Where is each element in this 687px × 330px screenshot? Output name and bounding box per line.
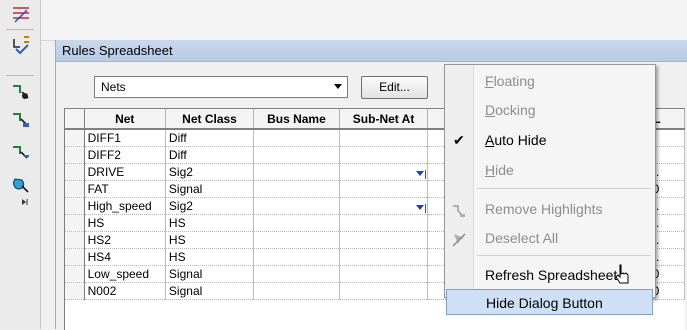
cell-net-class[interactable]: Sig2 [165,197,255,215]
mouse-pointer-icon [614,264,630,286]
cell-net-class[interactable]: Diff [165,146,255,164]
menu-label-auto-hide-accel: A [485,132,495,148]
menu-label-floating: loating [493,73,535,89]
menu-label-hide-accel: H [485,162,496,178]
cell-net-class[interactable]: Diff [165,129,255,147]
corner-header[interactable] [65,109,85,130]
cell-net-class[interactable]: HS [165,231,255,249]
menu-item-hide-dialog-buttons[interactable]: Hide Dialog Button [446,289,653,315]
cell-net[interactable]: N002 [84,282,166,300]
net-select-icon[interactable] [10,80,32,102]
object-type-value: Nets [101,80,126,94]
remove-highlights-icon [451,201,467,218]
row-header[interactable] [65,265,85,283]
cell-net-class[interactable]: HS [165,214,255,232]
cell-net[interactable]: High_speed [84,197,166,215]
row-header[interactable] [65,129,85,147]
cell-net-class[interactable]: Signal [165,265,255,283]
row-header[interactable] [65,248,85,266]
net-route-icon[interactable] [10,140,32,162]
cell-bus-name[interactable] [253,197,340,215]
row-header[interactable] [65,282,85,300]
chevron-down-icon [334,84,342,89]
cell-sub-net[interactable] [339,214,429,232]
cell-bus-name[interactable] [253,180,340,198]
net-color-icon[interactable] [10,174,32,196]
menu-label-docking-accel: D [485,102,496,118]
cell-dropdown-arrow-icon[interactable] [416,204,427,213]
col-header-bus-name[interactable]: Bus Name [253,109,340,130]
cell-net-class[interactable]: Sig2 [165,163,255,181]
col-header-net-class[interactable]: Net Class [165,109,255,130]
cell-dropdown-arrow-icon[interactable] [416,170,427,179]
menu-label-auto-hide: uto Hide [494,132,547,148]
panel-title: Rules Spreadsheet [56,40,687,62]
row-header[interactable] [65,197,85,215]
cell-sub-net[interactable] [339,129,429,147]
menu-label-remove-highlights: Remove Highlights [485,201,603,217]
cell-net-class[interactable]: HS [165,248,255,266]
cell-net[interactable]: HS4 [84,248,166,266]
cell-net-class[interactable]: Signal [165,180,255,198]
cell-sub-net[interactable] [339,231,429,249]
expand-icon[interactable] [18,197,32,207]
cell-net[interactable]: DIFF2 [84,146,166,164]
context-menu: Floating Docking ✔ Auto Hide Hide Remove… [444,64,656,315]
row-header[interactable] [65,146,85,164]
net-connect-icon[interactable] [10,33,32,55]
cell-sub-net[interactable] [339,265,429,283]
top-toolbar-strip [41,0,687,41]
row-header[interactable] [65,231,85,249]
cell-net[interactable]: Low_speed [84,265,166,283]
menu-label-hide-dialog-buttons: Hide Dialog Button [486,295,603,311]
cell-net[interactable]: FAT [84,180,166,198]
cell-sub-net[interactable] [339,163,429,181]
menu-label-refresh-spreadsheet: Refresh Spreadsheet [485,267,618,283]
menu-label-docking: ocking [495,102,536,118]
menu-item-remove-highlights[interactable]: Remove Highlights [445,196,655,222]
menu-label-hide: ide [495,162,514,178]
cell-net[interactable]: DIFF1 [84,129,166,147]
cell-bus-name[interactable] [253,146,340,164]
menu-item-deselect-all[interactable]: Deselect All [445,225,655,251]
net-highlight-icon[interactable] [10,108,32,130]
cell-net[interactable]: DRIVE [84,163,166,181]
row-header[interactable] [65,163,85,181]
menu-label-deselect-all: Deselect All [485,230,559,246]
col-header-net[interactable]: Net [84,109,166,130]
cell-sub-net[interactable] [339,146,429,164]
row-header[interactable] [65,214,85,232]
cell-net-class[interactable]: Signal [165,282,255,300]
edit-button[interactable]: Edit... [361,76,428,99]
vertical-toolbar [0,0,41,329]
menu-item-floating[interactable]: Floating [445,68,655,94]
cell-sub-net[interactable] [339,197,429,215]
deselect-icon [451,230,467,247]
cell-bus-name[interactable] [253,282,340,300]
filter-icon[interactable] [10,4,32,26]
row-header[interactable] [65,180,85,198]
cell-bus-name[interactable] [253,214,340,232]
cell-net[interactable]: HS2 [84,231,166,249]
cell-sub-net[interactable] [339,180,429,198]
cell-bus-name[interactable] [253,248,340,266]
object-type-dropdown[interactable]: Nets [94,76,348,98]
checkmark-icon: ✔ [453,132,465,148]
cell-bus-name[interactable] [253,231,340,249]
cell-sub-net[interactable] [339,282,429,300]
menu-label-floating-accel: F [485,73,494,89]
cell-bus-name[interactable] [253,265,340,283]
col-header-sub-net[interactable]: Sub-Net At [339,109,429,130]
cell-bus-name[interactable] [253,163,340,181]
menu-item-hide[interactable]: Hide [445,157,655,183]
menu-item-auto-hide[interactable]: ✔ Auto Hide [445,127,655,153]
cell-bus-name[interactable] [253,129,340,147]
menu-item-docking[interactable]: Docking [445,97,655,123]
cell-net[interactable]: HS [84,214,166,232]
cell-sub-net[interactable] [339,248,429,266]
